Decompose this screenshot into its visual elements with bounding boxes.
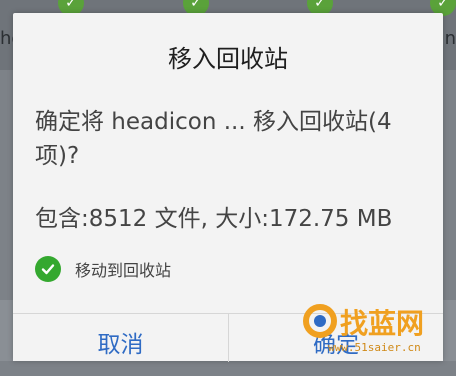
background-file-name: n [444,28,456,49]
site-watermark: 找蓝网 www.51saier.cn [300,299,450,357]
move-to-recycle-bin-checkbox[interactable]: 移动到回收站 [35,256,171,282]
watermark-url: www.51saier.cn [328,341,421,354]
dialog-message: 确定将 headicon ... 移入回收站(4项)? [35,109,392,169]
watermark-logo-text: 找蓝网 [340,307,424,340]
background-panel [0,300,13,361]
checkbox-label: 移动到回收站 [75,261,172,280]
check-circle-icon[interactable] [35,256,61,282]
dialog-title: 移入回收站 [168,45,288,73]
cancel-button[interactable]: 取消 [13,314,228,362]
watermark-logo: 找蓝网 www.51saier.cn [303,304,424,354]
dialog-file-info: 包含:8512 文件, 大小:172.75 MB [35,206,393,232]
